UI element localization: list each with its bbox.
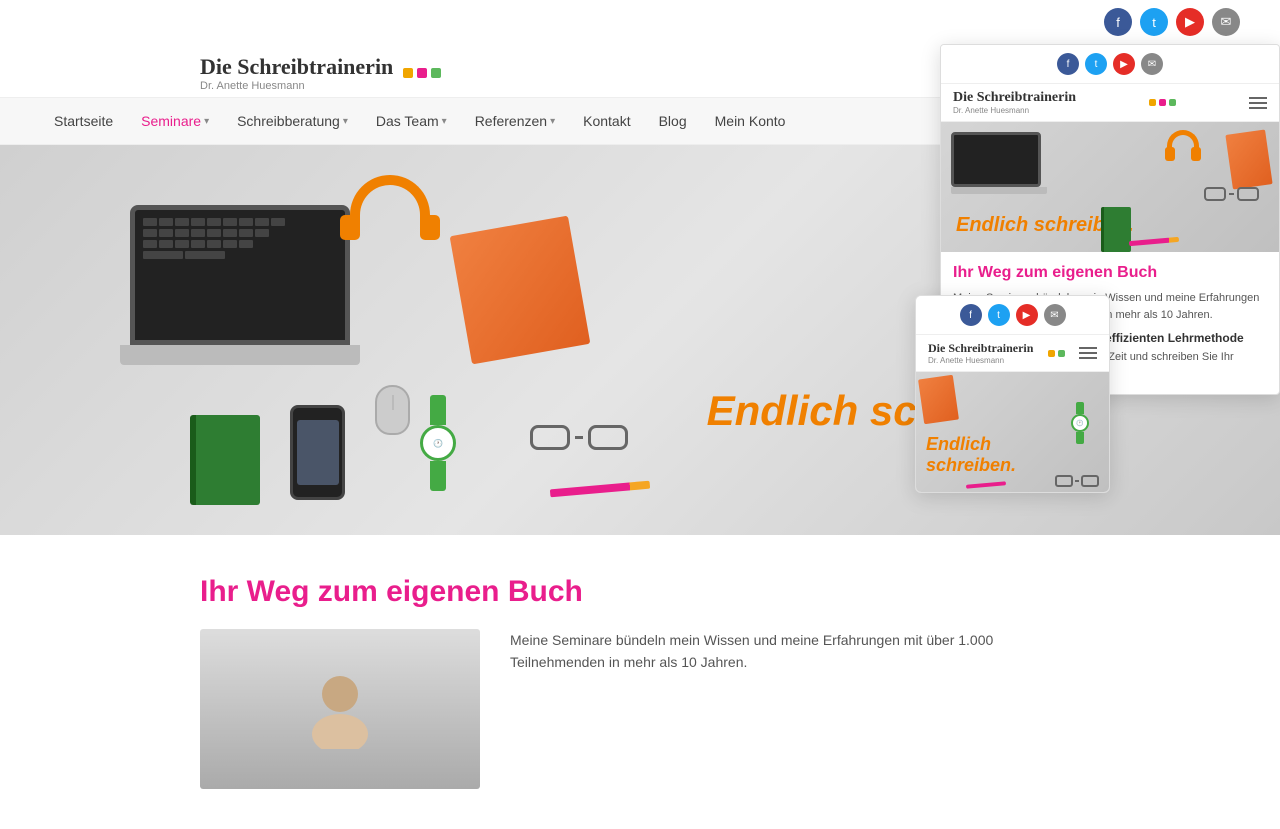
tablet-dot-green: [1058, 350, 1065, 357]
nav-item-seminare[interactable]: Seminare ▾: [127, 98, 223, 144]
dot-green: [431, 68, 441, 78]
dot-orange: [403, 68, 413, 78]
nav-item-schreibberatung[interactable]: Schreibberatung ▾: [223, 98, 362, 144]
overlay-tw-icon[interactable]: t: [1085, 53, 1107, 75]
chevron-down-icon: ▾: [204, 116, 209, 127]
glasses-illustration: [530, 425, 628, 450]
overlay-laptop-icon: [951, 132, 1047, 194]
tablet-tagline: Endlich schreiben.: [926, 434, 1016, 477]
notebook-illustration: [190, 415, 260, 505]
facebook-icon[interactable]: f: [1104, 8, 1132, 36]
nav-item-das-team[interactable]: Das Team ▾: [362, 98, 461, 144]
mouse-illustration: [375, 385, 410, 435]
overlay-headphones-icon: [1167, 130, 1199, 150]
headphones-illustration: [350, 175, 430, 225]
site-subtitle: Dr. Anette Huesmann: [200, 80, 393, 92]
tablet-em-icon[interactable]: ✉: [1044, 304, 1066, 326]
overlay-desktop-social: f t ▶ ✉: [941, 45, 1279, 83]
tablet-fb-icon[interactable]: f: [960, 304, 982, 326]
nav-item-referenzen[interactable]: Referenzen ▾: [461, 98, 569, 144]
overlay-pencil-icon: [1129, 239, 1179, 244]
book-illustration: [460, 225, 580, 355]
tablet-pencil-icon: [966, 483, 1006, 487]
phone-illustration: [290, 405, 345, 500]
tablet-site-name: Die Schreibtrainerin: [928, 341, 1033, 356]
youtube-icon[interactable]: ▶: [1176, 8, 1204, 36]
overlay-desktop-hero: Endlich schreiben.: [941, 122, 1279, 252]
nav-item-blog[interactable]: Blog: [645, 98, 701, 144]
hamburger-menu-icon[interactable]: [1249, 97, 1267, 109]
chevron-down-icon: ▾: [442, 116, 447, 127]
section-title: Ihr Weg zum eigenen Buch: [200, 575, 1080, 609]
content-body-text: Meine Seminare bündeln mein Wissen und m…: [510, 629, 1080, 789]
overlay-glasses-icon: [1204, 187, 1259, 201]
tablet-social-bar: f t ▶ ✉: [916, 296, 1109, 334]
overlay-fb-icon[interactable]: f: [1057, 53, 1079, 75]
nav-item-startseite[interactable]: Startseite: [40, 98, 127, 144]
overlay-logo-dots: [1149, 99, 1176, 106]
logo-dots: [403, 68, 441, 78]
content-image: [200, 629, 480, 789]
nav-item-kontakt[interactable]: Kontakt: [569, 98, 644, 144]
tablet-watch-icon: 🕐: [1071, 402, 1089, 444]
tablet-hamburger-icon[interactable]: [1079, 347, 1097, 359]
overlay-dot-green: [1169, 99, 1176, 106]
tablet-site-subtitle: Dr. Anette Huesmann: [928, 356, 1033, 365]
overlay-section-title: Ihr Weg zum eigenen Buch: [953, 264, 1267, 282]
content-section: Ihr Weg zum eigenen Buch Meine Seminare …: [0, 535, 1280, 829]
pencil-illustration: [550, 481, 650, 498]
chevron-down-icon: ▾: [343, 116, 348, 127]
watch-illustration: 🕐: [420, 395, 456, 491]
overlay-em-icon[interactable]: ✉: [1141, 53, 1163, 75]
tablet-yt-icon[interactable]: ▶: [1016, 304, 1038, 326]
overlay-desktop-logo-bar: Die Schreibtrainerin Dr. Anette Huesmann: [941, 83, 1279, 122]
overlay-dot-pink: [1159, 99, 1166, 106]
tablet-logo-dots: [1048, 350, 1065, 357]
tablet-logo-bar: Die Schreibtrainerin Dr. Anette Huesmann: [916, 334, 1109, 372]
email-icon[interactable]: ✉: [1212, 8, 1240, 36]
tablet-book-icon: [921, 377, 956, 422]
site-name[interactable]: Die Schreibtrainerin: [200, 54, 393, 79]
laptop-illustration: [130, 205, 410, 385]
overlay-yt-icon[interactable]: ▶: [1113, 53, 1135, 75]
overlay-site-name: Die Schreibtrainerin: [953, 90, 1076, 106]
chevron-down-icon: ▾: [550, 116, 555, 127]
tablet-dot-orange: [1048, 350, 1055, 357]
tablet-overlay: f t ▶ ✉ Die Schreibtrainerin Dr. Anette …: [915, 295, 1110, 493]
top-social-bar: f t ▶ ✉: [0, 0, 1280, 44]
nav-item-mein-konto[interactable]: Mein Konto: [701, 98, 800, 144]
tablet-tw-icon[interactable]: t: [988, 304, 1010, 326]
overlay-dot-orange: [1149, 99, 1156, 106]
dot-pink: [417, 68, 427, 78]
overlay-notebook-icon: [1101, 207, 1131, 252]
tablet-hero: 🕐 Endlich schreiben.: [916, 372, 1109, 492]
twitter-icon[interactable]: t: [1140, 8, 1168, 36]
overlay-site-subtitle: Dr. Anette Huesmann: [953, 106, 1076, 115]
tablet-glasses-icon: [1055, 475, 1099, 487]
overlay-book-icon: [1229, 132, 1269, 187]
